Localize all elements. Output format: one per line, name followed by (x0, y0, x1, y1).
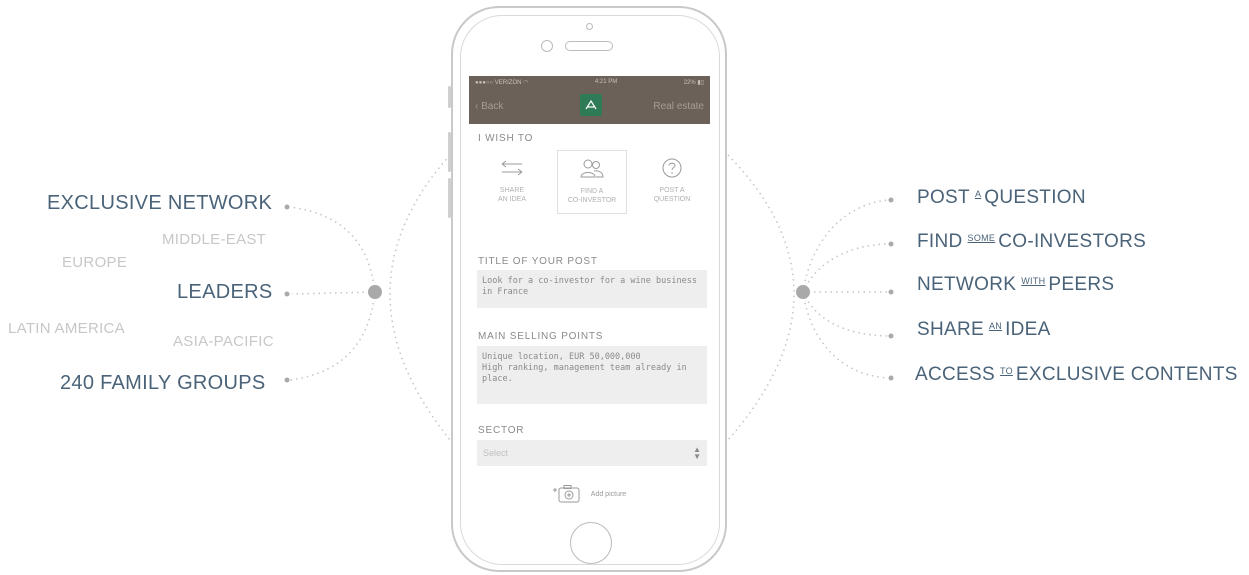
sector-label: SECTOR (478, 425, 525, 436)
status-bar: ●●●○○ VERIZON ◠ 4:21 PM 22% ▮▯ (469, 76, 710, 88)
label-middle-east: MIDDLE-EAST (162, 231, 267, 248)
label-exclusive-network: EXCLUSIVE NETWORK (47, 192, 273, 214)
label-europe: EUROPE (62, 254, 128, 271)
feature-access-main2: EXCLUSIVE CONTENTS (1015, 364, 1238, 385)
exchange-arrows-icon (501, 160, 523, 176)
sector-placeholder: Select (483, 448, 509, 458)
phone-body: ●●●○○ VERIZON ◠ 4:21 PM 22% ▮▯ ‹ Back Re… (451, 6, 727, 572)
right-end-3 (888, 289, 894, 295)
sector-select[interactable]: Select ▲ ▼ (477, 440, 707, 466)
selling-points-line2: High ranking, management team already in… (482, 363, 687, 384)
left-arc (389, 154, 451, 441)
option-find-line2: CO-INVESTOR (567, 197, 617, 204)
feature-post-question: POST A QUESTION (917, 187, 1086, 209)
right-arc (727, 154, 795, 441)
right-end-5 (888, 375, 894, 381)
right-hub-node (796, 285, 810, 299)
bank-logo-icon (580, 94, 602, 116)
left-end-family (284, 377, 290, 383)
label-family-groups: 240 FAMILY GROUPS (60, 372, 266, 394)
feature-access-small: TO (999, 366, 1013, 376)
feature-share-idea: SHARE AN IDEA (917, 319, 1051, 341)
add-picture-label: Add picture (590, 490, 627, 498)
nav-bar: ‹ Back Real estate (469, 88, 710, 124)
selling-points-field[interactable]: Unique location, EUR 50,000,000 High ran… (477, 346, 707, 404)
selling-points-line1: Unique location, EUR 50,000,000 (482, 352, 641, 362)
option-post-question[interactable]: POST A QUESTION (637, 150, 707, 214)
feature-find-main2: CO-INVESTORS (998, 231, 1147, 252)
camera-icon (541, 40, 553, 52)
feature-network-main2: PEERS (1048, 274, 1115, 295)
post-title-field[interactable]: Look for a co-investor for a wine busine… (477, 270, 707, 308)
option-find-co-investor[interactable]: FIND A CO-INVESTOR (557, 150, 627, 214)
wish-options: SHARE AN IDEA FIND A CO-INVESTOR POST A … (477, 150, 707, 216)
option-post-line1: POST A (659, 187, 685, 194)
option-share-line2: AN IDEA (497, 196, 526, 203)
left-end-exclusive (284, 204, 290, 210)
question-icon (662, 158, 682, 178)
selling-points-label: MAIN SELLING POINTS (478, 331, 604, 342)
right-connector-2 (802, 243, 889, 293)
camera-add-icon (552, 485, 580, 503)
label-asia-pacific: ASIA-PACIFIC (173, 333, 274, 350)
right-end-1 (888, 197, 894, 203)
phone-mockup: ●●●○○ VERIZON ◠ 4:21 PM 22% ▮▯ ‹ Back Re… (448, 6, 727, 574)
right-connector-4 (802, 291, 889, 337)
left-connector-exclusive (289, 206, 376, 293)
home-button[interactable] (570, 522, 612, 564)
phone-screen: ●●●○○ VERIZON ◠ 4:21 PM 22% ▮▯ ‹ Back Re… (469, 76, 710, 506)
label-leaders: LEADERS (177, 281, 273, 303)
feature-share-main2: IDEA (1005, 319, 1051, 340)
feature-find-main: FIND (917, 231, 963, 252)
select-arrows-icon: ▲ ▼ (693, 445, 701, 461)
feature-find-small: SOME (967, 233, 996, 243)
title-of-post-label: TITLE OF YOUR POST (478, 256, 598, 267)
back-button[interactable]: ‹ Back (475, 101, 503, 112)
left-connector-leaders (291, 291, 376, 295)
option-share-line1: SHARE (499, 187, 525, 194)
option-find-line1: FIND A (580, 188, 604, 195)
wish-to-title: I WISH TO (478, 133, 534, 144)
feature-post-question-main: POST (917, 187, 970, 208)
star-logo-icon (585, 99, 597, 110)
option-share-idea[interactable]: SHARE AN IDEA (477, 150, 547, 214)
add-picture-button[interactable]: Add picture (469, 484, 710, 504)
feature-access-main: ACCESS (915, 364, 995, 385)
feature-post-question-small: A (974, 189, 982, 199)
nav-category-real-estate[interactable]: Real estate (653, 101, 704, 112)
feature-share-small: AN (988, 321, 1003, 331)
feature-network-main: NETWORK (917, 274, 1017, 295)
feature-access-contents: ACCESS TO EXCLUSIVE CONTENTS (915, 364, 1238, 386)
status-carrier: ●●●○○ VERIZON ◠ (475, 79, 529, 86)
right-connector-1 (802, 199, 889, 293)
left-end-leaders (284, 291, 290, 297)
feature-share-main: SHARE (917, 319, 984, 340)
status-time: 4:21 PM (594, 79, 618, 85)
label-latin-america: LATIN AMERICA (8, 320, 125, 337)
left-connector-family (289, 291, 376, 381)
feature-network-small: WITH (1021, 276, 1046, 286)
feature-post-question-main2: QUESTION (984, 187, 1086, 208)
status-battery: 22% ▮▯ (683, 79, 704, 86)
proximity-sensor (586, 23, 593, 30)
feature-find-co-investors: FIND SOME CO-INVESTORS (917, 231, 1146, 253)
right-end-4 (888, 333, 894, 339)
option-post-line2: QUESTION (653, 196, 691, 203)
users-icon (580, 159, 604, 178)
feature-network-peers: NETWORK WITH PEERS (917, 274, 1114, 296)
right-end-2 (888, 241, 894, 247)
left-hub-node (368, 285, 382, 299)
speaker-grille (565, 41, 613, 51)
